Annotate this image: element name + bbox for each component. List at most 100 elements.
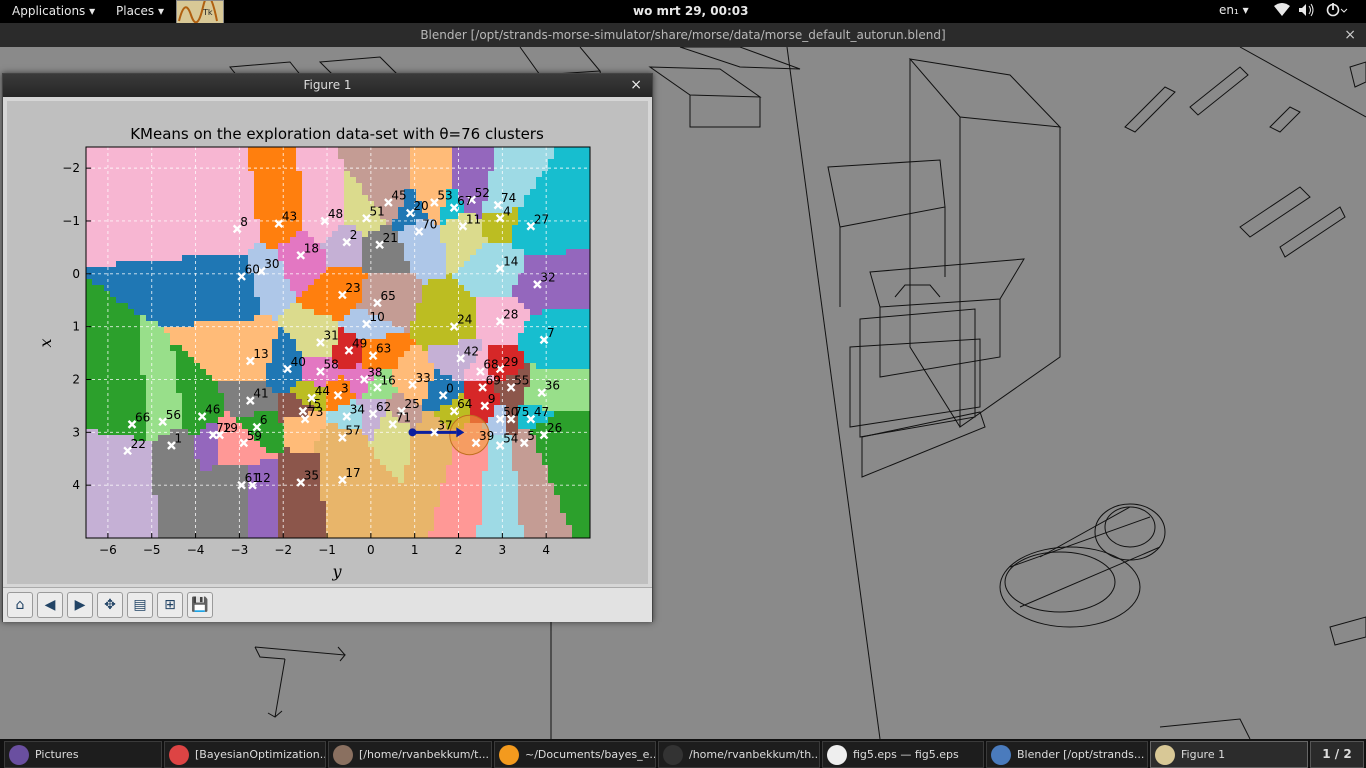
voronoi-cell: [230, 183, 237, 190]
voronoi-cell: [434, 237, 441, 244]
voronoi-cell: [194, 435, 201, 442]
power-icon[interactable]: [1326, 3, 1348, 20]
voronoi-cell: [560, 159, 567, 166]
voronoi-cell: [290, 147, 297, 154]
voronoi-cell: [380, 393, 387, 400]
voronoi-cell: [266, 201, 273, 208]
voronoi-cell: [176, 423, 183, 430]
blender-close-button[interactable]: ×: [1344, 23, 1356, 47]
voronoi-cell: [200, 483, 207, 490]
voronoi-cell: [464, 483, 471, 490]
voronoi-cell: [176, 399, 183, 406]
voronoi-cell: [452, 249, 459, 256]
voronoi-cell: [560, 303, 567, 310]
voronoi-cell: [362, 159, 369, 166]
voronoi-cell: [554, 357, 561, 364]
voronoi-cell: [86, 375, 93, 382]
voronoi-cell: [458, 495, 465, 502]
volume-icon[interactable]: [1298, 3, 1316, 20]
voronoi-cell: [494, 297, 501, 304]
voronoi-cell: [536, 153, 543, 160]
voronoi-cell: [530, 339, 537, 346]
places-menu[interactable]: Places ▾: [116, 4, 164, 18]
voronoi-cell: [518, 471, 525, 478]
voronoi-cell: [350, 201, 357, 208]
voronoi-cell: [110, 489, 117, 496]
voronoi-cell: [212, 159, 219, 166]
voronoi-cell: [560, 267, 567, 274]
voronoi-cell: [128, 243, 135, 250]
voronoi-cell: [248, 285, 255, 292]
voronoi-cell: [182, 207, 189, 214]
voronoi-cell: [332, 453, 339, 460]
voronoi-cell: [416, 309, 423, 316]
voronoi-cell: [140, 345, 147, 352]
voronoi-cell: [404, 231, 411, 238]
figure-canvas[interactable]: KMeans on the exploration data-set with …: [7, 101, 648, 584]
voronoi-cell: [446, 237, 453, 244]
voronoi-cell: [566, 369, 573, 376]
voronoi-cell: [248, 201, 255, 208]
voronoi-cell: [116, 225, 123, 232]
voronoi-cell: [194, 459, 201, 466]
voronoi-cell: [158, 345, 165, 352]
voronoi-cell: [260, 147, 267, 154]
voronoi-cell: [86, 207, 93, 214]
voronoi-cell: [98, 219, 105, 226]
voronoi-cell: [224, 267, 231, 274]
voronoi-cell: [560, 225, 567, 232]
voronoi-cell: [182, 315, 189, 322]
tk-launcher-icon[interactable]: Tk: [176, 0, 224, 24]
voronoi-cell: [170, 483, 177, 490]
voronoi-cell: [494, 225, 501, 232]
voronoi-cell: [572, 375, 579, 382]
applications-menu[interactable]: Applications ▾: [12, 4, 95, 18]
voronoi-cell: [440, 483, 447, 490]
voronoi-cell: [188, 195, 195, 202]
voronoi-cell: [578, 279, 585, 286]
voronoi-cell: [452, 219, 459, 226]
voronoi-cell: [122, 393, 129, 400]
voronoi-cell: [272, 213, 279, 220]
voronoi-cell: [362, 327, 369, 334]
voronoi-cell: [512, 243, 519, 250]
voronoi-cell: [518, 249, 525, 256]
voronoi-cell: [242, 387, 249, 394]
voronoi-cell: [98, 189, 105, 196]
voronoi-cell: [404, 465, 411, 472]
voronoi-cell: [464, 297, 471, 304]
blender-title-bar[interactable]: Blender [/opt/strands-morse-simulator/sh…: [0, 23, 1366, 47]
voronoi-cell: [290, 333, 297, 340]
voronoi-cell: [518, 333, 525, 340]
voronoi-cell: [506, 171, 513, 178]
voronoi-cell: [284, 393, 291, 400]
voronoi-cell: [470, 327, 477, 334]
voronoi-cell: [536, 189, 543, 196]
voronoi-cell: [188, 483, 195, 490]
voronoi-cell: [224, 183, 231, 190]
voronoi-cell: [104, 177, 111, 184]
voronoi-cell: [272, 345, 279, 352]
wifi-icon[interactable]: [1274, 3, 1290, 20]
voronoi-cell: [242, 327, 249, 334]
voronoi-cell: [212, 219, 219, 226]
voronoi-cell: [398, 327, 405, 334]
voronoi-cell: [206, 207, 213, 214]
voronoi-cell: [452, 225, 459, 232]
figure-window-title: Figure 1: [303, 78, 352, 92]
voronoi-cell: [104, 459, 111, 466]
voronoi-cell: [200, 333, 207, 340]
figure-title-bar[interactable]: Figure 1 ×: [3, 74, 652, 97]
voronoi-cell: [176, 291, 183, 298]
matplotlib-figure-window[interactable]: Figure 1 × KMeans on the exploration dat…: [2, 73, 653, 622]
voronoi-cell: [116, 435, 123, 442]
voronoi-cell: [290, 441, 297, 448]
voronoi-cell: [458, 471, 465, 478]
voronoi-cell: [482, 315, 489, 322]
keyboard-layout[interactable]: en₁ ▾: [1219, 3, 1249, 17]
voronoi-cell: [362, 447, 369, 454]
clock[interactable]: wo mrt 29, 00:03: [633, 4, 748, 18]
voronoi-cell: [188, 147, 195, 154]
figure-close-button[interactable]: ×: [630, 74, 642, 97]
voronoi-cell: [512, 459, 519, 466]
